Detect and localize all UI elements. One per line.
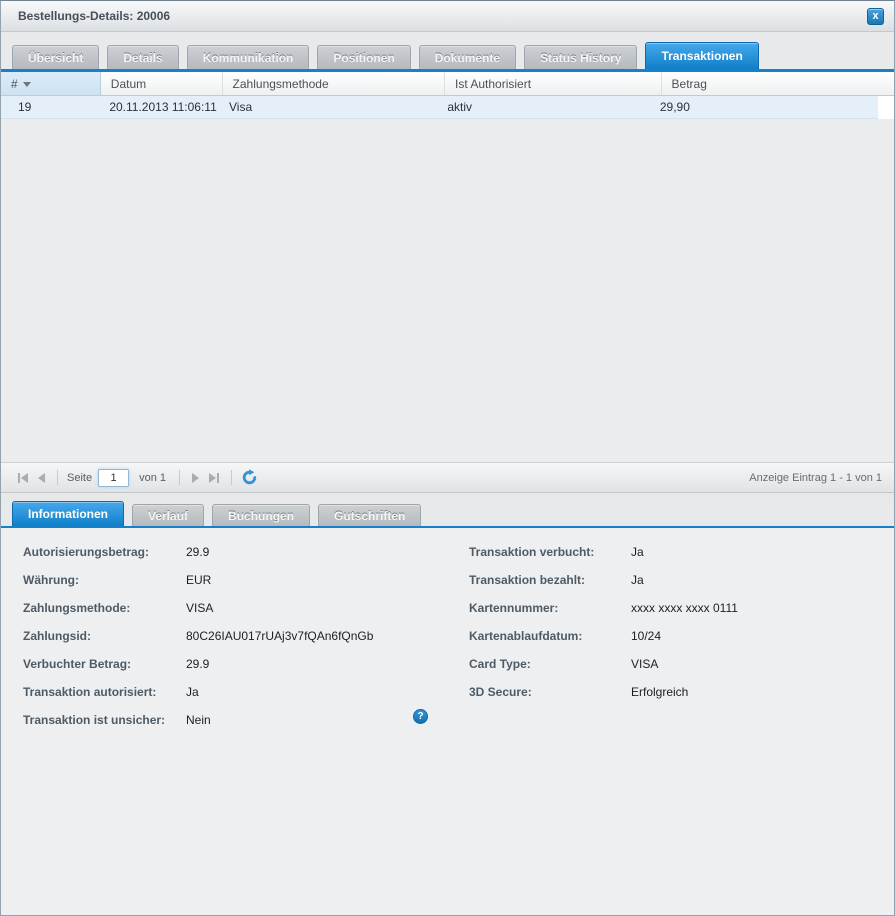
toolbar-separator bbox=[231, 470, 232, 485]
page-count-label: von 1 bbox=[139, 472, 166, 484]
field-3d-secure: 3D Secure: Erfolgreich bbox=[469, 678, 889, 706]
grid-row-strip: 19 20.11.2013 11:06:11 Visa aktiv 29,90 bbox=[1, 96, 894, 119]
column-header-ist-authorisiert[interactable]: Ist Authorisiert bbox=[445, 72, 662, 95]
field-zahlungsmethode: Zahlungsmethode: VISA bbox=[23, 594, 447, 622]
column-header-datum[interactable]: Datum bbox=[101, 72, 223, 95]
field-autorisierungsbetrag: Autorisierungsbetrag: 29.9 bbox=[23, 538, 447, 566]
information-panel: Autorisierungsbetrag: 29.9 Währung: EUR … bbox=[1, 528, 894, 915]
paging-toolbar: Seite von 1 Anzeige Eintrag 1 - 1 von 1 bbox=[1, 462, 894, 493]
tab-details[interactable]: Details bbox=[107, 45, 178, 69]
page-label: Seite bbox=[67, 472, 92, 484]
last-page-button[interactable] bbox=[204, 470, 224, 486]
display-summary: Anzeige Eintrag 1 - 1 von 1 bbox=[749, 472, 882, 484]
section-gap bbox=[1, 494, 894, 501]
table-row[interactable]: 19 20.11.2013 11:06:11 Visa aktiv 29,90 bbox=[1, 96, 878, 119]
tab-transaktionen[interactable]: Transaktionen bbox=[645, 42, 758, 69]
last-page-icon bbox=[209, 473, 216, 483]
cell-zahlungsmethode: Visa bbox=[219, 96, 437, 118]
toolbar-separator bbox=[179, 470, 180, 485]
cell-ist-authorisiert: aktiv bbox=[437, 96, 650, 118]
field-zahlungsid: Zahlungsid: 80C26IAU017rUAj3v7fQAn6fQnGb bbox=[23, 622, 447, 650]
order-tabs: Übersicht Details Kommunikation Position… bbox=[1, 32, 894, 72]
info-column-left: Autorisierungsbetrag: 29.9 Währung: EUR … bbox=[23, 538, 447, 734]
refresh-button[interactable] bbox=[239, 468, 259, 488]
field-card-type: Card Type: VISA bbox=[469, 650, 889, 678]
tab-positionen[interactable]: Positionen bbox=[317, 45, 410, 69]
cell-betrag: 29,90 bbox=[650, 96, 878, 118]
first-page-button[interactable] bbox=[13, 470, 33, 486]
prev-page-button[interactable] bbox=[33, 470, 50, 486]
info-column-right: Transaktion verbucht: Ja Transaktion bez… bbox=[469, 538, 889, 706]
field-transaktion-ist-unsicher: Transaktion ist unsicher: Nein bbox=[23, 706, 447, 734]
next-page-icon bbox=[192, 473, 199, 483]
title-bar: Bestellungs-Details: 20006 x bbox=[1, 1, 894, 32]
cell-id: 19 bbox=[1, 96, 99, 118]
tab-kommunikation[interactable]: Kommunikation bbox=[187, 45, 310, 69]
transactions-grid-header: # Datum Zahlungsmethode Ist Authorisiert… bbox=[1, 72, 894, 96]
tab-status-history[interactable]: Status History bbox=[524, 45, 637, 69]
column-header-betrag[interactable]: Betrag bbox=[662, 72, 894, 95]
sort-desc-arrow-icon bbox=[23, 82, 31, 87]
prev-page-icon bbox=[38, 473, 45, 483]
tab-uebersicht[interactable]: Übersicht bbox=[12, 45, 99, 69]
next-page-button[interactable] bbox=[187, 470, 204, 486]
order-details-window: Bestellungs-Details: 20006 x Übersicht D… bbox=[0, 0, 895, 916]
column-header-zahlungsmethode[interactable]: Zahlungsmethode bbox=[223, 72, 445, 95]
window-title: Bestellungs-Details: 20006 bbox=[18, 9, 170, 23]
tab-buchungen[interactable]: Buchungen bbox=[212, 504, 310, 526]
field-verbuchter-betrag: Verbuchter Betrag: 29.9 bbox=[23, 650, 447, 678]
first-page-icon bbox=[18, 473, 20, 483]
field-transaktion-verbucht: Transaktion verbucht: Ja bbox=[469, 538, 889, 566]
close-icon[interactable]: x bbox=[867, 8, 884, 25]
transaction-detail-tabs: Informationen Verlauf Buchungen Gutschri… bbox=[1, 501, 894, 528]
refresh-icon bbox=[241, 469, 258, 486]
field-waehrung: Währung: EUR bbox=[23, 566, 447, 594]
page-number-input[interactable] bbox=[98, 469, 129, 487]
tab-gutschriften[interactable]: Gutschriften bbox=[318, 504, 421, 526]
field-kartennummer: Kartennummer: xxxx xxxx xxxx 0111 bbox=[469, 594, 889, 622]
field-transaktion-bezahlt: Transaktion bezahlt: Ja bbox=[469, 566, 889, 594]
grid-empty-area bbox=[1, 119, 894, 462]
tab-informationen[interactable]: Informationen bbox=[12, 501, 124, 526]
tab-dokumente[interactable]: Dokumente bbox=[419, 45, 516, 69]
help-icon[interactable]: ? bbox=[413, 709, 428, 724]
column-header-id[interactable]: # bbox=[1, 72, 101, 95]
toolbar-separator bbox=[57, 470, 58, 485]
field-kartenablaufdatum: Kartenablaufdatum: 10/24 bbox=[469, 622, 889, 650]
field-transaktion-autorisiert: Transaktion autorisiert: Ja bbox=[23, 678, 447, 706]
tab-verlauf[interactable]: Verlauf bbox=[132, 504, 204, 526]
cell-datum: 20.11.2013 11:06:11 bbox=[99, 96, 219, 118]
